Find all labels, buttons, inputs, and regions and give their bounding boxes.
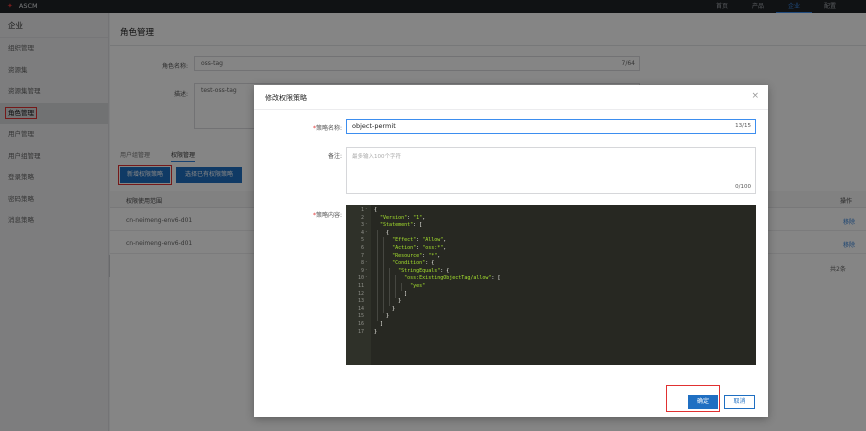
line-number: 12 <box>357 290 364 297</box>
line-number: 13 <box>357 298 364 305</box>
line-number: 8 <box>360 260 364 267</box>
line-number: 4 <box>360 229 364 236</box>
line-number: 2 <box>360 214 364 221</box>
line-number: 7 <box>360 252 364 259</box>
line-number: 1 <box>360 207 364 213</box>
fold-toggle-icon[interactable]: - <box>365 275 368 280</box>
dialog-divider <box>254 109 768 110</box>
fold-toggle-icon[interactable]: - <box>365 230 368 235</box>
line-number: 6 <box>360 245 364 251</box>
remark-label: 备注: <box>327 153 342 160</box>
fold-toggle-icon[interactable]: - <box>365 207 368 212</box>
indent-guide <box>377 229 378 321</box>
cancel-button[interactable]: 取消 <box>724 395 755 409</box>
line-number: 17 <box>357 328 364 335</box>
code-line: { <box>374 207 378 213</box>
code-line: } <box>374 328 378 335</box>
edit-policy-dialog: 修改权限策略 × *策略名称: object-permit 13/15 备注: … <box>254 85 768 417</box>
line-number: 3 <box>360 222 364 229</box>
remark-placeholder: 最多输入100个字符 <box>352 154 401 160</box>
line-number: 15 <box>357 313 364 320</box>
fold-toggle-icon[interactable]: - <box>365 268 368 273</box>
remark-count: 0/100 <box>735 184 751 190</box>
line-number: 11 <box>357 283 364 289</box>
fold-toggle-icon[interactable]: - <box>365 222 368 227</box>
confirm-button[interactable]: 确定 <box>688 395 718 409</box>
policy-name-label: *策略名称: <box>312 125 342 132</box>
code-line: "StringEquals": { <box>398 267 450 274</box>
policy-content-label: *策略内容: <box>312 212 342 219</box>
code-line: } <box>374 298 402 305</box>
line-number: 16 <box>357 321 364 327</box>
fold-toggle-icon[interactable]: - <box>365 260 368 265</box>
indent-guide <box>401 283 402 291</box>
code-line: "Statement": [ <box>380 222 423 229</box>
code-line: "Effect": "Allow", <box>392 237 447 244</box>
dialog-title: 修改权限策略 <box>265 94 307 102</box>
indent-guide <box>389 267 390 306</box>
code-line: "yes" <box>410 283 426 289</box>
code-line: "Action": "oss:*", <box>392 245 447 251</box>
close-icon[interactable]: × <box>751 92 759 101</box>
policy-code-editor[interactable]: 1-{2 "Version": "1", 3- "Statement": [4- … <box>346 205 756 365</box>
line-number: 14 <box>357 305 364 312</box>
policy-name-input[interactable]: object-permit 13/15 <box>346 119 756 134</box>
remark-textarea[interactable]: 最多输入100个字符 0/100 <box>346 147 756 194</box>
code-line: ] <box>374 321 384 327</box>
indent-guide <box>395 275 396 299</box>
code-line: "Version": "1", <box>380 214 426 221</box>
line-number: 5 <box>360 237 364 244</box>
code-line: ] <box>374 290 408 297</box>
line-number: 9 <box>360 267 364 274</box>
indent-guide <box>383 237 384 314</box>
code-line: "oss:ExistingObjectTag/allow": [ <box>404 275 501 282</box>
policy-name-count: 13/15 <box>735 123 751 129</box>
line-number: 10 <box>357 275 364 282</box>
